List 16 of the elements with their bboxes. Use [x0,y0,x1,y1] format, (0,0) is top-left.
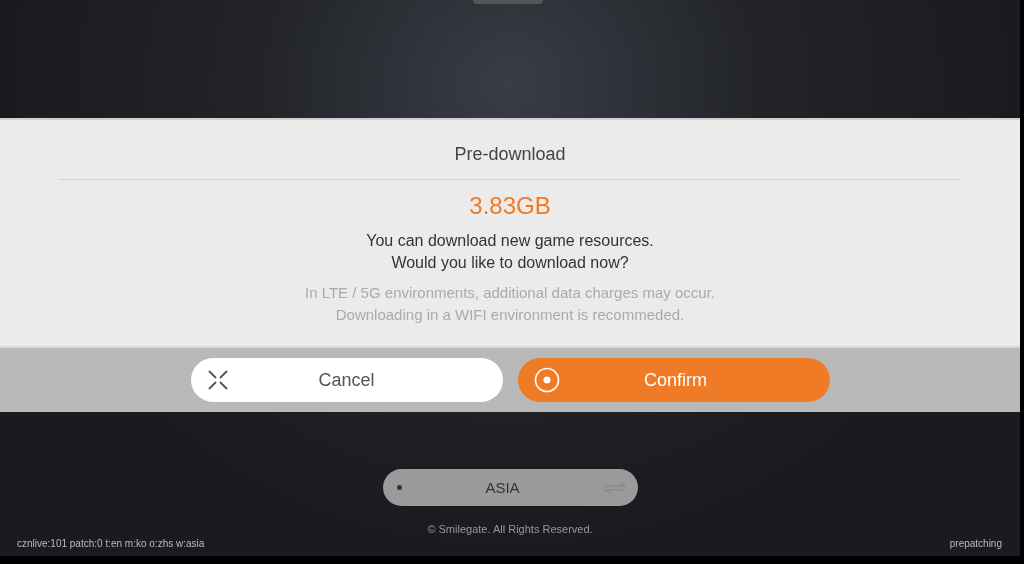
notice-text: In LTE / 5G environments, additional data charges may occur. [305,283,715,303]
message-text: You can download new game resources. [366,231,654,251]
message-text: Would you like to download now? [390,253,630,273]
region-selector[interactable]: ASIA [382,469,638,506]
build-info-text: cznlive:101 patch:0 t:en m:ko o:zhs w:asia [17,538,205,549]
download-size: 3.83GB [469,192,551,220]
dot-icon [396,485,402,490]
confirm-button[interactable]: Confirm [517,358,830,402]
dialog-title: Pre-download [454,144,566,165]
notice-text: Downloading in a WIFI environment is recommeded. [334,305,686,325]
copyright-text: © Smilegate. All Rights Reserved. [427,523,593,535]
status-text: prepatching [949,538,1002,549]
cancel-button[interactable]: Cancel [190,358,503,402]
close-icon [206,369,229,391]
target-icon [533,367,560,393]
top-handle [473,0,543,4]
